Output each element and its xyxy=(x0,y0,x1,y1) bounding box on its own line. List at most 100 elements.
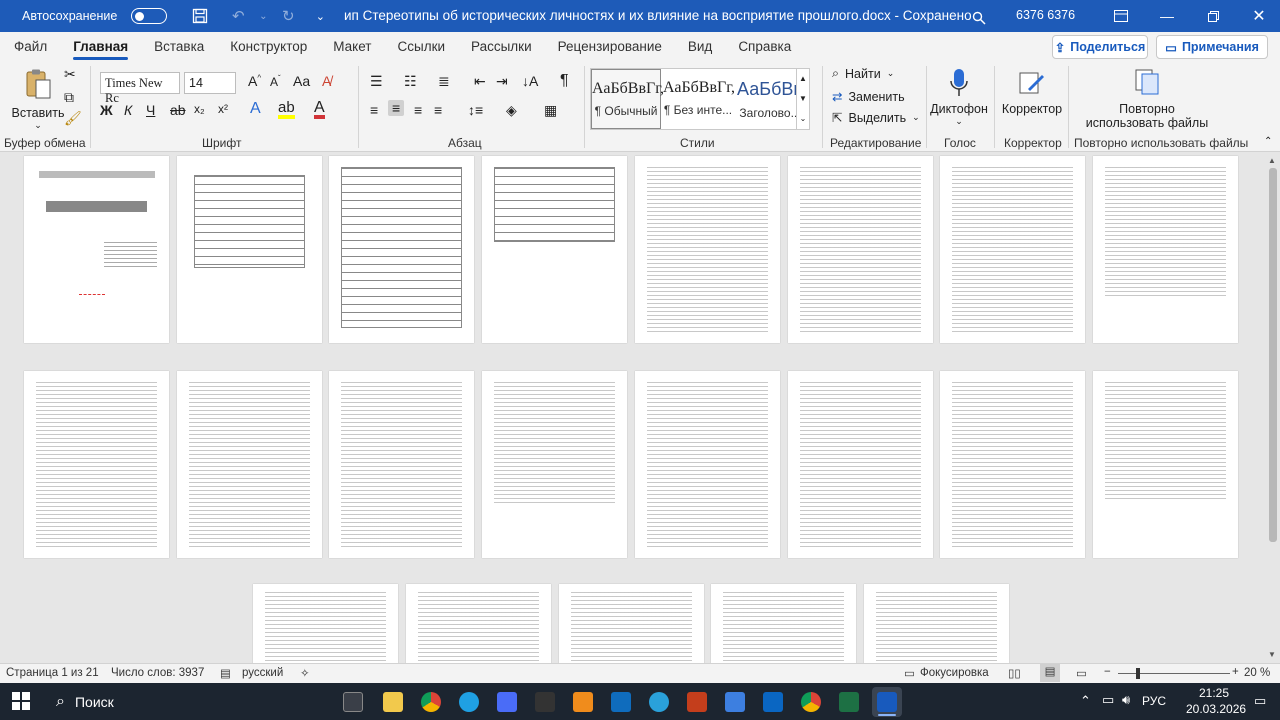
cut-icon[interactable]: ✂ xyxy=(64,66,76,83)
page-thumbnail-6[interactable] xyxy=(788,156,933,343)
paste-button[interactable]: Вставить ⌄ xyxy=(12,66,65,131)
proofing-icon[interactable]: ▤ xyxy=(220,666,231,680)
page-thumbnail-11[interactable] xyxy=(329,371,474,558)
style-no-spacing[interactable]: АаБбВвГг, ¶ Без инте... xyxy=(663,69,735,129)
page-thumbnail-8[interactable] xyxy=(1093,156,1238,343)
page-thumbnail-16[interactable] xyxy=(1093,371,1238,558)
style-normal[interactable]: АаБбВвГг, ¶ Обычный xyxy=(591,69,664,129)
tab-insert[interactable]: Вставка xyxy=(141,39,217,60)
select-button[interactable]: ⇱ Выделить ⌄ xyxy=(832,110,920,126)
word-count[interactable]: Число слов: 3937 xyxy=(111,667,204,679)
superscript-icon[interactable]: x² xyxy=(218,102,228,116)
show-marks-icon[interactable]: ¶ xyxy=(560,72,569,90)
grow-font-icon[interactable]: A^ xyxy=(248,73,261,89)
copy-icon[interactable]: ⧉ xyxy=(64,89,74,106)
language-indicator[interactable]: русский xyxy=(242,667,283,679)
customize-qat-icon[interactable]: ⌄ xyxy=(307,3,333,29)
tab-references[interactable]: Ссылки xyxy=(385,39,459,60)
word-icon[interactable] xyxy=(872,687,902,717)
scrollbar-thumb[interactable] xyxy=(1269,168,1277,542)
focus-icon[interactable]: ▭ xyxy=(904,666,915,680)
underline-icon[interactable]: Ч xyxy=(146,102,155,118)
font-size-box[interactable]: 14 xyxy=(184,72,236,94)
chrome-icon[interactable] xyxy=(416,687,446,717)
notifications-icon[interactable]: ▭ xyxy=(1254,693,1266,709)
multilevel-list-icon[interactable]: ≣ xyxy=(438,73,450,90)
strikethrough-icon[interactable]: ab xyxy=(170,102,186,118)
clear-formatting-icon[interactable]: A̸ xyxy=(322,73,331,89)
bold-icon[interactable]: Ж xyxy=(100,102,113,118)
shading-icon[interactable]: ◈ xyxy=(506,102,517,119)
paste-dropdown-icon[interactable]: ⌄ xyxy=(34,120,42,131)
user-name[interactable]: 6376 6376 xyxy=(1016,8,1075,22)
replace-button[interactable]: ⇄ Заменить xyxy=(832,89,905,105)
powerpoint-icon[interactable] xyxy=(682,687,712,717)
read-mode-icon[interactable]: ▯▯ xyxy=(1008,666,1021,680)
align-left-icon[interactable]: ≡ xyxy=(370,102,378,118)
page-thumbnail-2[interactable] xyxy=(177,156,322,343)
zoom-slider-thumb[interactable] xyxy=(1135,668,1140,679)
tab-help[interactable]: Справка xyxy=(725,39,804,60)
ribbon-display-icon[interactable] xyxy=(1098,0,1144,32)
maximize-icon[interactable] xyxy=(1190,0,1236,32)
mail-icon[interactable] xyxy=(758,687,788,717)
comments-button[interactable]: ▭ Примечания xyxy=(1156,35,1268,59)
format-painter-icon[interactable]: 🖌 xyxy=(64,110,82,127)
italic-icon[interactable]: К xyxy=(124,102,132,118)
save-icon[interactable] xyxy=(187,3,213,29)
outlook-icon[interactable] xyxy=(606,687,636,717)
editor-button[interactable]: Корректор xyxy=(1000,66,1064,116)
subscript-icon[interactable]: x₂ xyxy=(194,102,205,116)
undo-dropdown-icon[interactable]: ⌄ xyxy=(257,3,269,29)
close-icon[interactable]: ✕ xyxy=(1236,0,1280,32)
telegram-icon[interactable] xyxy=(644,687,674,717)
redo-icon[interactable]: ↻ xyxy=(275,3,301,29)
photos-icon[interactable] xyxy=(720,687,750,717)
dictate-button[interactable]: Диктофон ⌄ xyxy=(930,66,988,127)
tab-review[interactable]: Рецензирование xyxy=(545,39,675,60)
zoom-in-icon[interactable]: + xyxy=(1232,666,1239,678)
tab-file[interactable]: Файл xyxy=(0,39,60,60)
volume-icon[interactable]: 🔊︎ xyxy=(1122,692,1130,708)
align-center-icon[interactable]: ≡ xyxy=(388,100,405,116)
zoom-out-icon[interactable]: − xyxy=(1104,666,1111,678)
app-icon[interactable] xyxy=(530,687,560,717)
windows-start-icon[interactable] xyxy=(12,692,30,713)
borders-icon[interactable]: ▦ xyxy=(544,102,557,119)
page-thumbnail-21[interactable] xyxy=(864,584,1009,663)
zoom-slider[interactable] xyxy=(1118,673,1230,674)
share-button[interactable]: ⇪ Поделиться xyxy=(1052,35,1148,59)
task-view-icon[interactable] xyxy=(338,687,368,717)
page-thumbnail-7[interactable] xyxy=(940,156,1085,343)
text-effects-icon[interactable]: A xyxy=(250,100,261,118)
sort-icon[interactable]: ↓A xyxy=(522,73,538,89)
clock[interactable]: 21:25 20.03.2026 xyxy=(1186,686,1246,716)
page-thumbnail-5[interactable] xyxy=(635,156,780,343)
bullets-icon[interactable]: ☰ xyxy=(370,73,383,90)
taskbar-search[interactable]: ⌕ Поиск xyxy=(48,689,198,715)
minimize-icon[interactable]: — xyxy=(1144,0,1190,32)
file-explorer-icon[interactable] xyxy=(378,687,408,717)
excel-icon[interactable] xyxy=(834,687,864,717)
page-thumbnail-15[interactable] xyxy=(940,371,1085,558)
shrink-font-icon[interactable]: Aˇ xyxy=(270,74,281,89)
line-spacing-icon[interactable]: ↕≡ xyxy=(468,102,483,118)
font-color-icon[interactable]: A xyxy=(314,100,325,119)
collapse-ribbon-icon[interactable]: ⌃ xyxy=(1264,136,1272,147)
tab-design[interactable]: Конструктор xyxy=(217,39,320,60)
tray-overflow-icon[interactable]: ⌃ xyxy=(1080,693,1091,709)
page-thumbnail-13[interactable] xyxy=(635,371,780,558)
page-thumbnail-3[interactable] xyxy=(329,156,474,343)
tab-mailings[interactable]: Рассылки xyxy=(458,39,545,60)
store-icon[interactable] xyxy=(492,687,522,717)
accessibility-icon[interactable]: ✧ xyxy=(300,666,310,680)
zoom-level[interactable]: 20 % xyxy=(1244,667,1270,679)
undo-icon[interactable]: ↶ xyxy=(225,3,251,29)
reuse-files-button[interactable]: Повторно использовать файлы xyxy=(1080,66,1214,130)
document-canvas[interactable] xyxy=(0,153,1266,663)
page-thumbnail-1[interactable] xyxy=(24,156,169,343)
increase-indent-icon[interactable]: ⇥ xyxy=(496,73,508,90)
search-icon[interactable] xyxy=(966,5,992,31)
decrease-indent-icon[interactable]: ⇤ xyxy=(474,73,486,90)
page-thumbnail-4[interactable] xyxy=(482,156,627,343)
